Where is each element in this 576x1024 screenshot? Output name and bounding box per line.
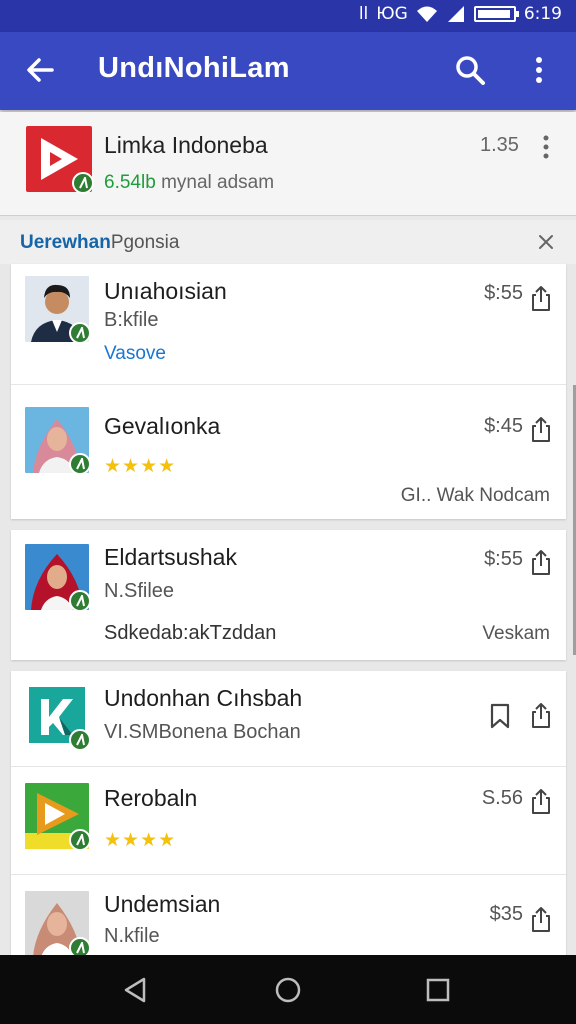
battery-icon	[473, 6, 519, 22]
item-footer-left: Sdkedab:akTzddan	[104, 622, 277, 644]
item-price: S.56	[481, 787, 523, 809]
verified-badge	[69, 829, 89, 849]
list-card: Unıahoısian B:kfile Vasove $:55 Gevalıon…	[11, 264, 566, 519]
section-label-rest: Pgonsia	[110, 232, 180, 253]
share-icon[interactable]	[530, 701, 552, 729]
item-footer-right: Veskam	[482, 623, 550, 644]
item-name: Rerobaln	[104, 785, 198, 811]
featured-app[interactable]: Limka Indoneba 6.54lb mynal adsam 1.35	[0, 112, 576, 216]
item-name: Undemsian	[104, 891, 221, 917]
rating-stars: ★★★★	[104, 456, 177, 477]
app-logo	[25, 683, 89, 749]
verified-badge	[69, 453, 89, 473]
nav-back-icon[interactable]	[120, 975, 150, 1005]
avatar	[25, 276, 89, 342]
search-icon[interactable]	[452, 52, 488, 88]
avatar	[25, 891, 89, 957]
bookmark-icon[interactable]	[489, 703, 511, 729]
list-item[interactable]: Gevalıonka ★★★★ GI.. Wak Nodcam $:45	[11, 384, 566, 519]
item-name: Unıahoısian	[104, 278, 227, 304]
item-footer-right: GI.. Wak Nodcam	[400, 485, 550, 506]
alarm-text: ЮG	[376, 4, 408, 24]
item-subtitle: VI.SMBonena Bochan	[104, 721, 301, 743]
item-name: Undonhan Cıhsbah	[104, 685, 303, 711]
avatar	[25, 407, 89, 473]
item-name: Gevalıonka	[104, 413, 221, 439]
item-price: $35	[489, 903, 523, 925]
cell-signal-icon	[447, 6, 464, 22]
signal-text: ll	[358, 4, 369, 24]
featured-price: 1.35	[480, 134, 519, 156]
wifi-icon	[416, 6, 437, 22]
verified-badge	[69, 590, 89, 610]
rating-stars: ★★★★	[104, 830, 177, 851]
item-price: $:55	[484, 282, 523, 304]
app-bar: UndıNohiLam	[0, 32, 576, 110]
nav-recents-icon[interactable]	[423, 975, 453, 1005]
page-title: UndıNohiLam	[98, 52, 290, 84]
item-subtitle: N.Sfilee	[104, 580, 175, 602]
list-card: Undonhan Cıhsbah VI.SMBonena Bochan Rero…	[11, 671, 566, 971]
section-label: UerewhanPgonsia	[20, 232, 179, 254]
section-header: UerewhanPgonsia	[0, 220, 576, 264]
item-subtitle: N.kfile	[104, 925, 160, 947]
featured-sub-text: mynal adsam	[161, 172, 275, 193]
more-vert-icon[interactable]	[526, 52, 552, 88]
share-icon[interactable]	[530, 787, 552, 815]
section-label-bold: Uerewhan	[20, 232, 111, 253]
status-bar: ll ЮG 6:19	[0, 0, 576, 32]
verified-badge	[69, 937, 89, 957]
share-icon[interactable]	[530, 548, 552, 576]
status-icons: ll ЮG 6:19	[359, 4, 562, 24]
nav-home-icon[interactable]	[273, 975, 303, 1005]
verified-badge	[69, 729, 89, 749]
featured-size: 6.54lb	[104, 172, 156, 193]
list-item[interactable]: Rerobaln ★★★★ S.56	[11, 766, 566, 874]
avatar	[25, 544, 89, 610]
share-icon[interactable]	[530, 415, 552, 443]
more-vert-icon[interactable]	[538, 132, 554, 162]
item-subtitle: B:kfile	[104, 309, 159, 331]
list-item[interactable]: Undonhan Cıhsbah VI.SMBonena Bochan	[11, 671, 566, 766]
back-arrow-icon[interactable]	[22, 52, 58, 88]
item-name: Eldartsushak	[104, 544, 237, 570]
item-price: $:55	[484, 548, 523, 570]
system-nav-bar	[0, 955, 576, 1024]
verified-badge	[72, 172, 94, 194]
status-time: 6:19	[523, 4, 562, 24]
featured-app-subtitle: 6.54lb mynal adsam	[104, 172, 274, 194]
item-price: $:45	[484, 415, 523, 437]
list-item[interactable]: Eldartsushak N.Sfilee Sdkedab:akTzddan V…	[11, 530, 566, 660]
app-logo	[25, 783, 89, 849]
item-link[interactable]: Vasove	[104, 343, 166, 365]
share-icon[interactable]	[530, 905, 552, 933]
list-card: Eldartsushak N.Sfilee Sdkedab:akTzddan V…	[11, 530, 566, 660]
featured-app-name: Limka Indoneba	[104, 132, 268, 158]
app-logo	[26, 126, 94, 194]
share-icon[interactable]	[530, 284, 552, 312]
list-item[interactable]: Unıahoısian B:kfile Vasove $:55	[11, 264, 566, 384]
verified-badge	[69, 322, 89, 342]
close-icon[interactable]	[536, 232, 556, 252]
